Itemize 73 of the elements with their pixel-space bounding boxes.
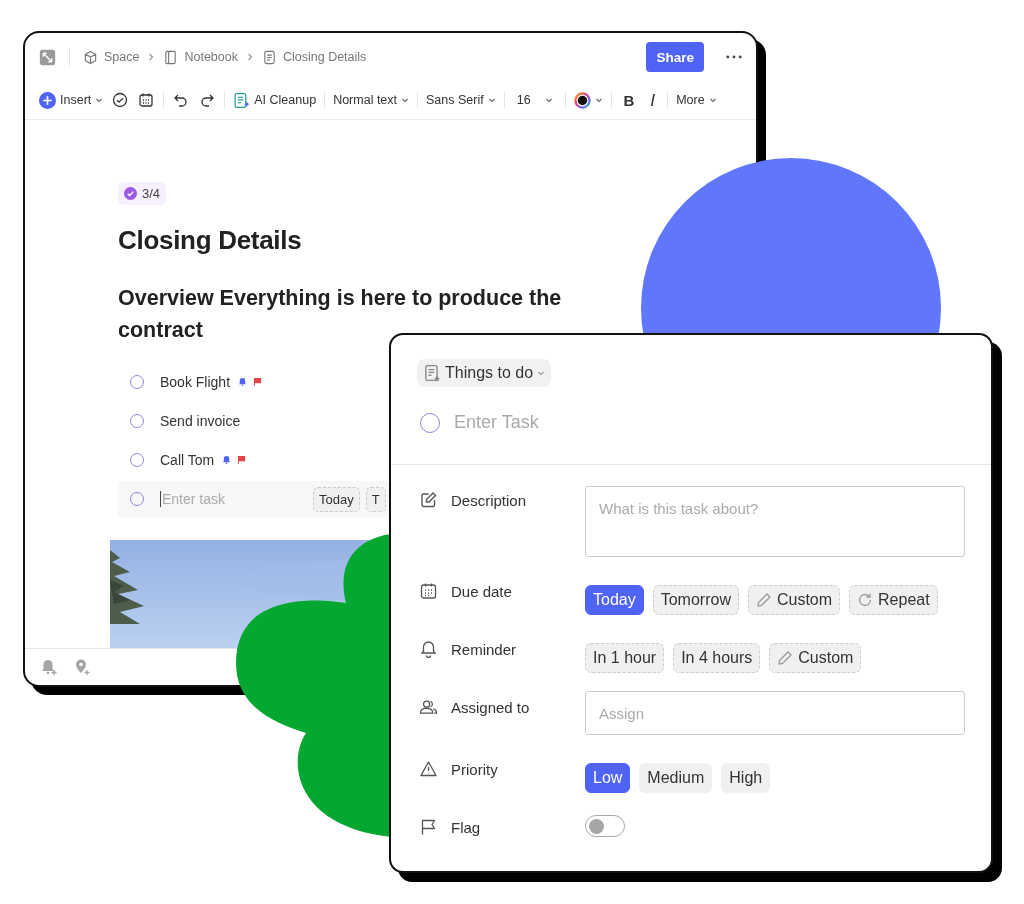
priority-option[interactable]: Medium — [639, 763, 713, 793]
notebook-icon — [163, 49, 179, 65]
field-label: Due date — [451, 582, 512, 600]
reminder-option[interactable]: In 4 hours — [673, 643, 761, 673]
ai-cleanup-button[interactable]: AI Cleanup — [231, 87, 319, 113]
caret-icon — [95, 96, 104, 104]
pencil-icon — [777, 650, 794, 666]
date-chip[interactable]: T — [365, 486, 386, 512]
more-options-icon[interactable] — [726, 55, 742, 59]
bold-button[interactable]: B — [617, 87, 641, 113]
document-title: Closing Details — [118, 225, 303, 256]
flag-icon — [419, 818, 438, 836]
field-label: Flag — [451, 818, 481, 836]
cube-icon — [83, 49, 98, 65]
edit-icon — [419, 491, 438, 509]
assign-field[interactable]: Assign — [585, 691, 965, 735]
expand-icon[interactable] — [39, 48, 56, 66]
calendar-icon — [419, 582, 438, 600]
plus-icon — [39, 91, 56, 109]
date-chip[interactable]: Today — [313, 486, 360, 512]
priority-option[interactable]: Low — [585, 763, 631, 793]
caret-icon — [544, 96, 553, 104]
italic-button[interactable]: I — [644, 87, 662, 113]
redo-icon[interactable] — [199, 92, 216, 108]
document-heading: Overview Everything is here to produce the contract — [118, 285, 563, 344]
pencil-icon — [755, 592, 772, 608]
progress-badge: 3/4 — [118, 182, 167, 205]
more-dropdown[interactable]: More — [674, 87, 719, 113]
breadcrumb-link[interactable]: Space — [104, 50, 140, 64]
color-wheel-icon — [573, 91, 591, 109]
list-icon — [423, 364, 441, 382]
field-label: Assigned to — [451, 698, 530, 716]
task-text: Call Tom — [160, 451, 215, 468]
warning-icon — [419, 760, 438, 778]
insert-button[interactable]: Insert — [37, 87, 106, 113]
share-button[interactable]: Share — [646, 42, 704, 72]
caret-icon — [708, 96, 717, 104]
font-dropdown[interactable]: Sans Serif — [424, 87, 498, 113]
due-date-option[interactable]: Repeat — [849, 585, 938, 615]
due-date-option[interactable]: Tomorrow — [652, 585, 739, 615]
font-size-dropdown[interactable]: 16 — [510, 87, 559, 113]
task-text: Send invoice — [160, 412, 241, 429]
caret-icon — [537, 369, 546, 377]
people-icon — [419, 698, 438, 716]
caret-icon — [487, 96, 496, 104]
reminder-option[interactable]: Custom — [769, 643, 862, 673]
priority-option[interactable]: High — [721, 763, 771, 793]
task-input[interactable]: Enter task — [160, 491, 307, 507]
bell-icon — [419, 640, 438, 658]
undo-icon[interactable] — [173, 92, 190, 108]
calendar-icon[interactable] — [138, 92, 155, 108]
field-label: Description — [451, 491, 527, 509]
document-icon — [261, 49, 277, 65]
due-date-option[interactable]: Custom — [747, 585, 841, 615]
field-label: Priority — [451, 760, 498, 778]
chevron-icon — [245, 53, 254, 61]
repeat-icon — [857, 592, 874, 608]
add-location-icon[interactable] — [73, 658, 91, 676]
text-style-dropdown[interactable]: Normal text — [331, 87, 412, 113]
reminder-option[interactable]: In 1 hour — [585, 643, 665, 673]
due-date-option[interactable]: Today — [585, 585, 644, 615]
chevron-icon — [147, 53, 156, 61]
description-field[interactable]: What is this task about? — [585, 486, 965, 557]
caret-icon — [594, 96, 603, 104]
sparkle-document-icon — [233, 91, 251, 109]
check-circle-icon[interactable] — [112, 92, 129, 108]
add-reminder-icon[interactable] — [40, 658, 58, 676]
caret-icon — [401, 96, 410, 104]
field-label: Reminder — [451, 640, 517, 658]
breadcrumb-link[interactable]: Closing Details — [282, 50, 367, 64]
breadcrumb-link[interactable]: Notebook — [184, 50, 238, 64]
task-text: Book Flight — [160, 373, 231, 390]
list-dropdown[interactable]: Things to do — [417, 359, 552, 387]
